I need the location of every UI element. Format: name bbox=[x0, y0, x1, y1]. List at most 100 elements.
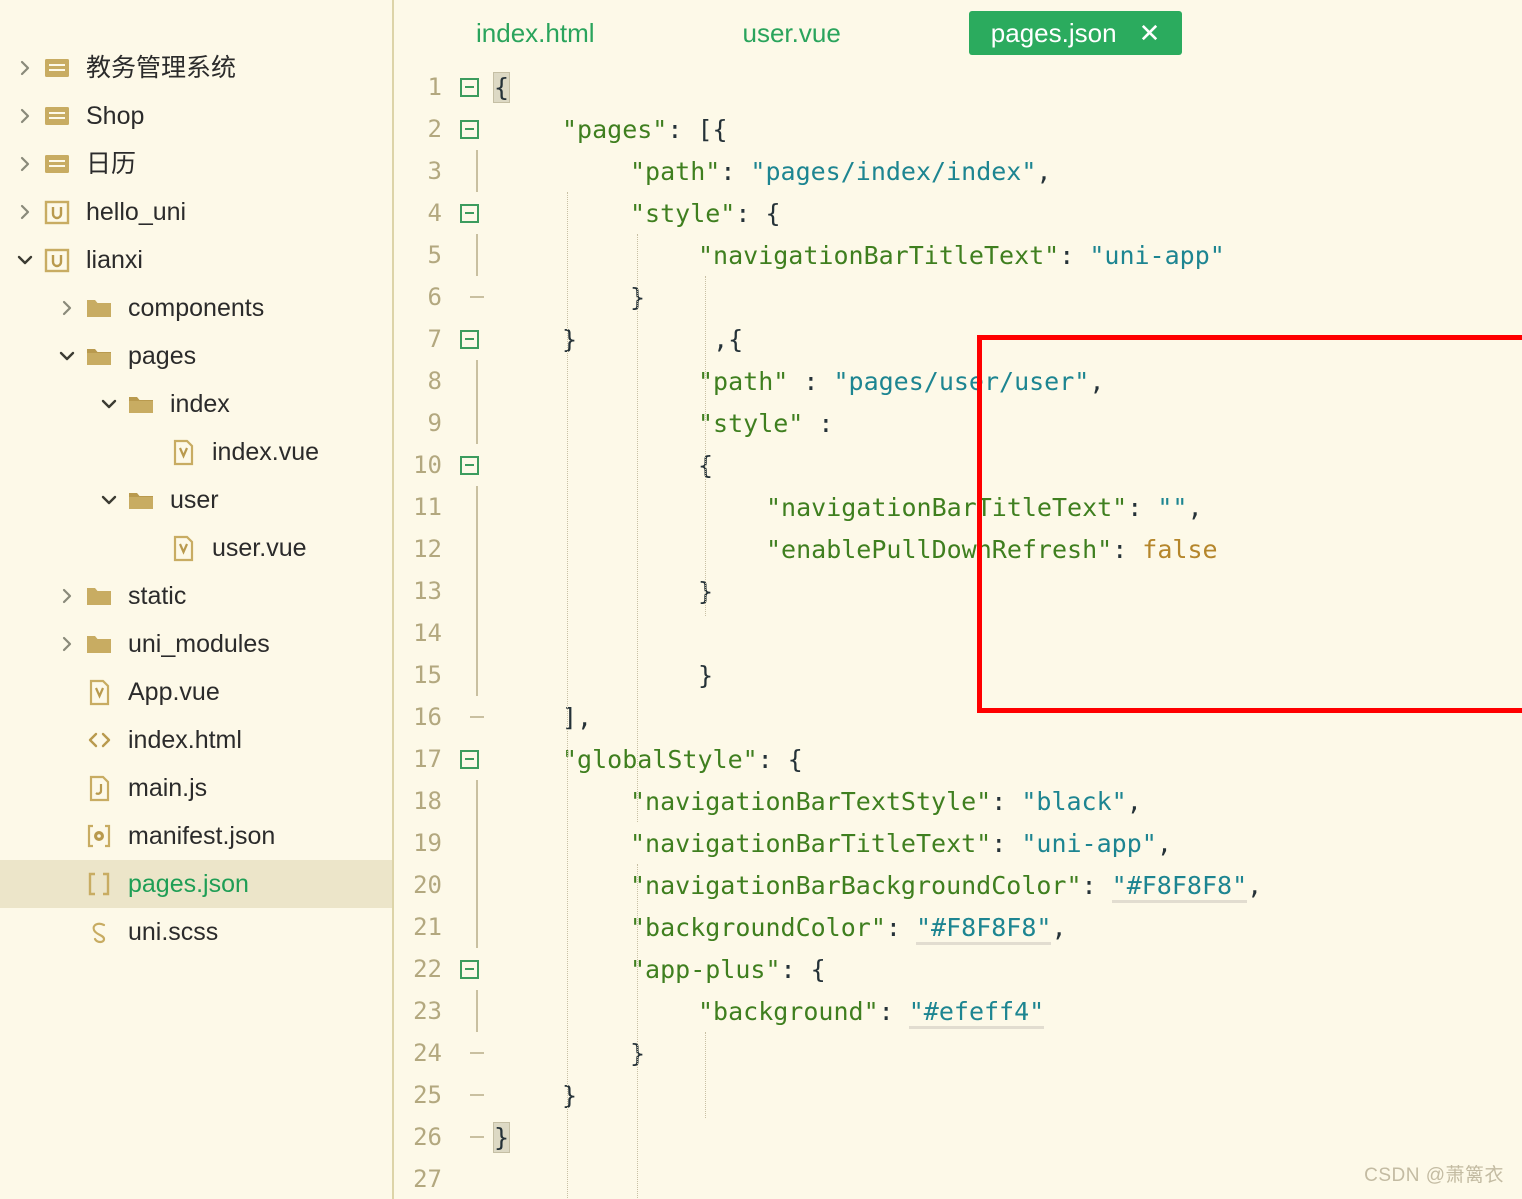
editor-tab-label: user.vue bbox=[742, 17, 841, 48]
code-token: "globalStyle" bbox=[562, 744, 758, 774]
tree-item-label: index.html bbox=[128, 725, 242, 754]
vue-file-icon bbox=[168, 437, 198, 467]
tree-item-Shop[interactable]: Shop bbox=[0, 92, 392, 140]
tree-item-lianxi[interactable]: lianxi bbox=[0, 236, 392, 284]
tree-item-main.js[interactable]: main.js bbox=[0, 764, 392, 812]
code-token: , bbox=[1247, 870, 1263, 900]
code-token: : bbox=[1127, 492, 1158, 522]
tree-item-pages.json[interactable]: pages.json bbox=[0, 860, 392, 908]
chevron-right-icon[interactable] bbox=[14, 105, 36, 127]
fold-toggle-icon[interactable] bbox=[452, 444, 486, 486]
folder-icon bbox=[84, 581, 114, 611]
editor-tab-index-html[interactable]: index.html bbox=[456, 11, 615, 55]
fold-toggle-icon[interactable] bbox=[452, 66, 486, 108]
folder-open-icon bbox=[126, 389, 156, 419]
chevron-right-icon[interactable] bbox=[56, 297, 78, 319]
code-token-group: } bbox=[698, 661, 713, 690]
chevron-right-icon[interactable] bbox=[56, 585, 78, 607]
sidebar-collapse-handle[interactable] bbox=[394, 672, 420, 768]
html-file-icon bbox=[84, 725, 114, 755]
tree-item-index.html[interactable]: index.html bbox=[0, 716, 392, 764]
editor-tab-user-vue[interactable]: user.vue bbox=[723, 11, 861, 55]
tree-item-index.vue[interactable]: index.vue bbox=[0, 428, 392, 476]
code-text: "navigationBarTextStyle": "black", bbox=[486, 787, 1522, 816]
tree-item-user.vue[interactable]: user.vue bbox=[0, 524, 392, 572]
code-token: "background" bbox=[698, 996, 879, 1026]
code-token: "uni-app" bbox=[1021, 828, 1157, 858]
code-token: , bbox=[1051, 912, 1067, 942]
tree-item-components[interactable]: components bbox=[0, 284, 392, 332]
line-number: 19 bbox=[413, 829, 442, 857]
code-token: "backgroundColor" bbox=[630, 912, 886, 942]
code-token: : bbox=[885, 912, 916, 942]
code-token: { bbox=[698, 450, 714, 480]
fold-toggle-icon[interactable] bbox=[452, 318, 486, 360]
folder-closed-icon bbox=[42, 101, 72, 131]
code-line: 4 "style": { bbox=[394, 192, 1522, 234]
fold-toggle-icon[interactable] bbox=[452, 192, 486, 234]
folder-closed-icon bbox=[42, 149, 72, 179]
tree-item-hello_uni[interactable]: hello_uni bbox=[0, 188, 392, 236]
fold-guide bbox=[452, 696, 486, 738]
editor-tab-bar: index.html user.vue pages.json ✕ bbox=[394, 0, 1522, 66]
code-text: } bbox=[486, 283, 1522, 312]
code-text: } bbox=[486, 577, 1522, 606]
code-token: } bbox=[562, 1080, 578, 1110]
code-line: 27 bbox=[394, 1158, 1522, 1199]
code-token: } bbox=[698, 576, 714, 606]
fold-toggle-icon[interactable] bbox=[452, 108, 486, 150]
close-icon[interactable]: ✕ bbox=[1139, 20, 1161, 46]
code-token: "uni-app" bbox=[1089, 240, 1225, 270]
line-number: 25 bbox=[413, 1081, 442, 1109]
code-text: "navigationBarBackgroundColor": "#F8F8F8… bbox=[486, 870, 1522, 903]
folder-closed-icon bbox=[42, 53, 72, 83]
chevron-right-icon[interactable] bbox=[56, 633, 78, 655]
fold-guide bbox=[452, 1074, 486, 1116]
chevron-down-icon[interactable] bbox=[14, 249, 36, 271]
tree-item-[interactable]: 教务管理系统 bbox=[0, 44, 392, 92]
code-text: ], bbox=[486, 703, 1522, 732]
editor-tab-pages-json[interactable]: pages.json ✕ bbox=[968, 11, 1183, 55]
fold-toggle-icon[interactable] bbox=[452, 948, 486, 990]
tree-item-[interactable]: 日历 bbox=[0, 140, 392, 188]
code-line: 18 "navigationBarTextStyle": "black", bbox=[394, 780, 1522, 822]
tree-item-static[interactable]: static bbox=[0, 572, 392, 620]
fold-guide bbox=[452, 906, 486, 948]
code-editor[interactable]: 1{2 "pages": [{3 "path": "pages/index/inde… bbox=[394, 66, 1522, 1199]
tree-item-App.vue[interactable]: App.vue bbox=[0, 668, 392, 716]
chevron-right-icon[interactable] bbox=[14, 153, 36, 175]
code-text: } bbox=[486, 1121, 1522, 1153]
fold-toggle-icon[interactable] bbox=[452, 738, 486, 780]
tree-item-index[interactable]: index bbox=[0, 380, 392, 428]
code-line: 10 { bbox=[394, 444, 1522, 486]
code-line: 2 "pages": [{ bbox=[394, 108, 1522, 150]
tree-item-label: lianxi bbox=[86, 245, 143, 274]
tree-item-uni_modules[interactable]: uni_modules bbox=[0, 620, 392, 668]
code-token: "navigationBarTitleText" bbox=[698, 240, 1060, 270]
chevron-right-icon[interactable] bbox=[14, 201, 36, 223]
line-number: 6 bbox=[427, 283, 442, 311]
tree-item-pages[interactable]: pages bbox=[0, 332, 392, 380]
code-token: } bbox=[698, 660, 714, 690]
fold-guide bbox=[452, 234, 486, 276]
code-token-group: } bbox=[698, 577, 713, 606]
line-number: 3 bbox=[427, 157, 442, 185]
code-line: 21 "backgroundColor": "#F8F8F8", bbox=[394, 906, 1522, 948]
chevron-down-icon[interactable] bbox=[98, 489, 120, 511]
tree-item-manifest.json[interactable]: manifest.json bbox=[0, 812, 392, 860]
tree-item-user[interactable]: user bbox=[0, 476, 392, 524]
code-token: , bbox=[1187, 492, 1203, 522]
code-text: "pages": [{ bbox=[486, 115, 1522, 144]
code-line: 5 "navigationBarTitleText": "uni-app" bbox=[394, 234, 1522, 276]
code-token: "pages/index/index" bbox=[750, 156, 1037, 186]
line-number: 20 bbox=[413, 871, 442, 899]
tree-item-label: static bbox=[128, 581, 187, 610]
code-token: , bbox=[1089, 366, 1105, 396]
tree-item-uni.scss[interactable]: uni.scss bbox=[0, 908, 392, 956]
code-token: : bbox=[1059, 240, 1090, 270]
code-line: 22 "app-plus": { bbox=[394, 948, 1522, 990]
chevron-down-icon[interactable] bbox=[98, 393, 120, 415]
chevron-down-icon[interactable] bbox=[56, 345, 78, 367]
code-line: 26} bbox=[394, 1116, 1522, 1158]
chevron-right-icon[interactable] bbox=[14, 57, 36, 79]
